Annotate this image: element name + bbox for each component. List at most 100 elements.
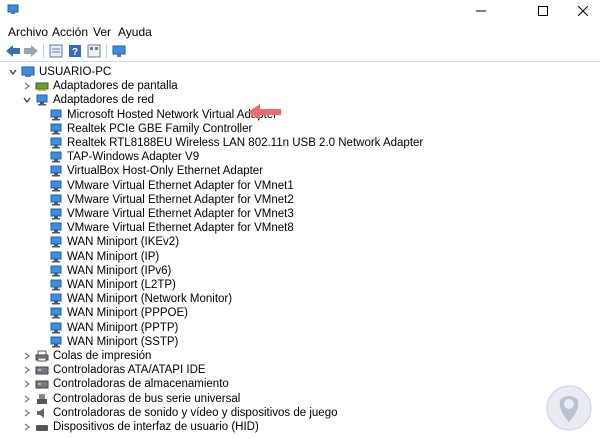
network-adapter-icon	[50, 251, 62, 263]
tree-item-label: WAN Miniport (Network Monitor)	[67, 293, 233, 306]
display-adapter-icon	[35, 82, 49, 92]
network-adapter-icon	[50, 265, 62, 277]
tree-item-label: USUARIO-PC	[39, 66, 112, 78]
toolbar-separator	[106, 44, 107, 58]
chevron-right-icon[interactable]	[23, 366, 31, 374]
forward-button[interactable]	[23, 43, 39, 59]
tree-device[interactable]: VMware Virtual Ethernet Adapter for VMne…	[0, 207, 600, 221]
annotation-arrow	[248, 104, 281, 120]
scan-hardware-button[interactable]	[111, 43, 127, 59]
network-adapter-icon	[50, 307, 62, 319]
chevron-right-icon[interactable]	[23, 409, 31, 417]
tree-item-label: Controladoras de almacenamiento	[53, 378, 229, 391]
tree-category[interactable]: Controladoras de sonido y vídeo y dispos…	[0, 406, 600, 420]
network-adapter-icon	[50, 123, 62, 135]
network-adapter-icon	[50, 194, 62, 206]
network-adapter-icon	[50, 322, 62, 334]
show-hide-icon	[87, 44, 101, 58]
maximize-button[interactable]	[526, 0, 560, 22]
tree-expander[interactable]	[9, 65, 17, 79]
properties-icon	[49, 44, 63, 58]
menu-bar: Archivo Acción Ver Ayuda	[0, 24, 600, 40]
tree-device[interactable]: VirtualBox Host-Only Ethernet Adapter	[0, 164, 600, 178]
tree-category[interactable]: Controladoras de almacenamiento	[0, 377, 600, 391]
network-adapter-icon	[50, 208, 62, 220]
minimize-button[interactable]	[464, 0, 498, 22]
network-adapter-icon	[50, 165, 62, 177]
tree-item-label: WAN Miniport (SSTP)	[67, 335, 179, 348]
network-adapter-icon	[50, 222, 62, 234]
tree-item-label: WAN Miniport (L2TP)	[67, 279, 176, 291]
chevron-right-icon[interactable]	[23, 82, 31, 90]
tree-expander[interactable]	[23, 363, 31, 377]
tree-expander[interactable]	[23, 406, 31, 420]
tree-device[interactable]: Microsoft Hosted Network Virtual Adapter	[0, 108, 600, 122]
chevron-down-icon[interactable]	[9, 68, 17, 76]
tree-expander[interactable]	[23, 377, 31, 391]
tree-device[interactable]: VMware Virtual Ethernet Adapter for VMne…	[0, 179, 600, 193]
tree-category[interactable]: Dispositivos de interfaz de usuario (HID…	[0, 420, 600, 434]
tree-device[interactable]: WAN Miniport (PPPOE)	[0, 306, 600, 320]
tree-item-label: WAN Miniport (IPv6)	[67, 264, 172, 277]
tree-device[interactable]: VMware Virtual Ethernet Adapter for VMne…	[0, 193, 600, 207]
storage-controller-icon	[35, 380, 49, 389]
tree-item-label: Microsoft Hosted Network Virtual Adapter	[67, 108, 278, 121]
watermark-logo	[546, 385, 592, 431]
printer-icon	[35, 350, 49, 362]
menu-ver[interactable]: Ver	[93, 25, 111, 39]
tree-device[interactable]: Realtek RTL8188EU Wireless LAN 802.11n U…	[0, 136, 600, 150]
tree-expander[interactable]	[23, 79, 31, 93]
tree-item-label: Controladoras de sonido y vídeo y dispos…	[53, 406, 338, 419]
properties-button[interactable]	[48, 43, 64, 59]
tree-device[interactable]: WAN Miniport (L2TP)	[0, 278, 600, 292]
tree-device[interactable]: WAN Miniport (SSTP)	[0, 335, 600, 349]
back-button[interactable]	[5, 43, 21, 59]
tree-item-label: Dispositivos de interfaz de usuario (HID…	[53, 421, 259, 433]
tree-item-label: WAN Miniport (PPPOE)	[67, 307, 188, 320]
tree-device[interactable]: VMware Virtual Ethernet Adapter for VMne…	[0, 221, 600, 235]
help-button[interactable]: ?	[67, 43, 83, 59]
tree-category[interactable]: Controladoras ATA/ATAPI IDE	[0, 363, 600, 377]
network-adapter-icon	[50, 137, 62, 149]
tree-device[interactable]: WAN Miniport (PPTP)	[0, 321, 600, 335]
network-adapter-icon	[50, 180, 62, 192]
chevron-right-icon[interactable]	[23, 352, 31, 360]
tree-device[interactable]: WAN Miniport (IP)	[0, 250, 600, 264]
network-adapter-icon	[50, 236, 62, 248]
tree-device[interactable]: Realtek PCIe GBE Family Controller	[0, 122, 600, 136]
tree-device[interactable]: WAN Miniport (IPv6)	[0, 264, 600, 278]
chevron-right-icon[interactable]	[23, 423, 31, 431]
chevron-right-icon[interactable]	[23, 380, 31, 388]
tree-category[interactable]: Adaptadores de red	[0, 93, 600, 107]
menu-archivo[interactable]: Archivo	[8, 25, 48, 39]
tree-category[interactable]: Colas de impresión	[0, 349, 600, 363]
tree-expander[interactable]	[23, 93, 31, 107]
tree-category[interactable]: Controladoras de bus serie universal	[0, 392, 600, 406]
tree-item-label: Realtek PCIe GBE Family Controller	[67, 122, 253, 135]
tree-root[interactable]: USUARIO-PC	[0, 65, 600, 79]
tree-expander[interactable]	[23, 392, 31, 406]
close-button[interactable]	[566, 0, 600, 22]
tree-expander[interactable]	[23, 349, 31, 363]
usb-icon	[37, 393, 47, 404]
tree-item-label: Controladoras de bus serie universal	[53, 392, 241, 405]
computer-icon	[21, 66, 35, 77]
ide-controller-icon	[35, 366, 49, 375]
tree-device[interactable]: WAN Miniport (IKEv2)	[0, 235, 600, 249]
tree-device[interactable]: TAP-Windows Adapter V9	[0, 150, 600, 164]
chevron-down-icon[interactable]	[23, 96, 31, 104]
maximize-icon	[538, 6, 548, 16]
tree-item-label: Realtek RTL8188EU Wireless LAN 802.11n U…	[67, 137, 424, 149]
toolbar-separator	[43, 44, 44, 58]
network-adapter-icon	[50, 151, 62, 163]
tree-category[interactable]: Adaptadores de pantalla	[0, 79, 600, 93]
show-hide-button[interactable]	[86, 43, 102, 59]
tree-device[interactable]: WAN Miniport (Network Monitor)	[0, 292, 600, 306]
hid-icon	[36, 425, 48, 431]
menu-accion[interactable]: Acción	[52, 25, 88, 39]
chevron-right-icon[interactable]	[23, 395, 31, 403]
tree-expander[interactable]	[23, 420, 31, 434]
tree-item-label: VirtualBox Host-Only Ethernet Adapter	[67, 165, 264, 178]
forward-icon	[24, 45, 38, 57]
menu-ayuda[interactable]: Ayuda	[118, 25, 152, 39]
